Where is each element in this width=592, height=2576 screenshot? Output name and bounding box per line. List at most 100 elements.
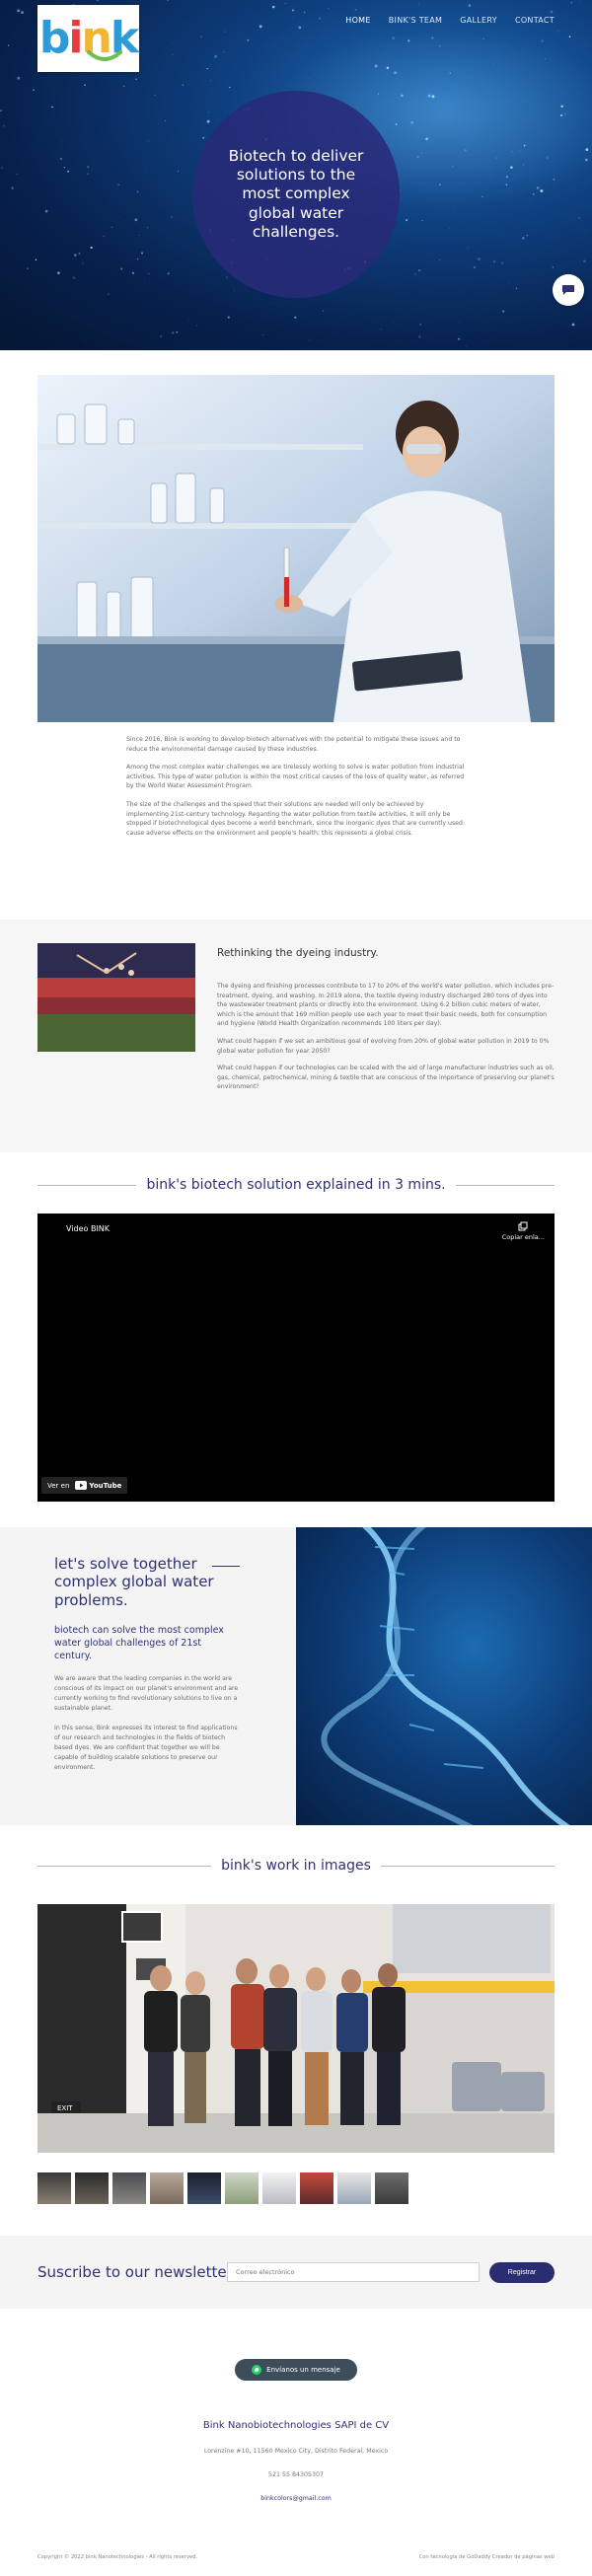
hero-circle: Biotech to deliver solutions to the most… [192, 91, 400, 298]
star-particle [63, 166, 66, 169]
star-particle [138, 235, 140, 236]
star-particle [419, 323, 421, 326]
star-particle [167, 272, 170, 275]
dyeing-section: Rethinking the dyeing industry. The dyei… [0, 920, 592, 1152]
gallery-thumbnail[interactable] [262, 2172, 296, 2204]
divider [37, 1865, 212, 1867]
star-particle [271, 302, 273, 304]
hero-section: bink HOME BINK'S TEAM GALLERY CONTACT Bi… [0, 0, 592, 350]
star-particle [309, 339, 311, 341]
star-particle [226, 277, 228, 279]
company-email[interactable]: binkcolors@gmail.com [0, 2495, 592, 2502]
star-particle [35, 258, 37, 261]
star-particle [170, 215, 173, 218]
intro-text: Since 2016, Bink is working to develop b… [126, 735, 467, 846]
bink-logo[interactable]: bink [37, 5, 139, 72]
gallery-thumbnails [37, 2172, 408, 2204]
star-particle [131, 271, 134, 274]
star-particle [328, 7, 330, 10]
register-button[interactable]: Registrar [489, 2262, 555, 2283]
video-section-heading: bink's biotech solution explained in 3 m… [37, 1177, 555, 1193]
star-particle [183, 215, 185, 216]
gallery-thumbnail[interactable] [225, 2172, 259, 2204]
star-particle [199, 36, 203, 38]
star-particle [87, 166, 90, 169]
star-particle [583, 259, 586, 263]
star-particle [284, 2, 286, 4]
star-particle [160, 335, 162, 337]
chat-icon [562, 285, 574, 295]
star-particle [466, 346, 467, 348]
star-particle [271, 5, 275, 9]
gallery-thumbnail[interactable] [75, 2172, 109, 2204]
star-particle [380, 329, 382, 330]
nav-home[interactable]: HOME [345, 16, 370, 25]
star-particle [209, 80, 211, 82]
star-particle [508, 282, 510, 283]
gallery-section-heading: bink's work in images [37, 1858, 555, 1874]
nav-team[interactable]: BINK'S TEAM [389, 16, 443, 25]
copy-icon [518, 1221, 528, 1231]
gallery-thumbnail[interactable] [300, 2172, 333, 2204]
watch-on-youtube[interactable]: Ver en YouTube [41, 1477, 128, 1494]
star-particle [59, 157, 63, 161]
star-particle [195, 325, 198, 327]
star-particle [224, 31, 226, 33]
gallery-thumbnail[interactable] [187, 2172, 221, 2204]
gallery-thumbnail[interactable] [112, 2172, 146, 2204]
gallery-thumbnail[interactable] [375, 2172, 408, 2204]
hero-headline: Biotech to deliver solutions to the most… [228, 146, 364, 242]
star-particle [454, 207, 455, 208]
star-particle [176, 331, 179, 333]
whatsapp-button[interactable]: Envíanos un mensaje [235, 2359, 357, 2381]
gallery-thumbnail[interactable] [37, 2172, 71, 2204]
star-particle [262, 333, 263, 335]
star-particle [501, 261, 503, 264]
star-particle [135, 78, 137, 80]
star-particle [120, 267, 123, 270]
star-particle [303, 11, 306, 14]
star-particle [146, 227, 148, 229]
star-particle [143, 281, 145, 283]
star-particle [177, 170, 180, 173]
team-photo[interactable]: EXIT [37, 1904, 555, 2153]
intro-paragraph: Since 2016, Bink is working to develop b… [126, 736, 461, 753]
star-particle [73, 254, 77, 257]
star-particle [568, 36, 571, 38]
star-particle [78, 253, 81, 255]
star-particle [585, 230, 587, 232]
star-particle [541, 39, 544, 42]
star-particle [122, 85, 125, 88]
builder-credit[interactable]: Con tecnología de GoDaddy Creador de pág… [419, 2554, 555, 2560]
title-dash [212, 1566, 240, 1567]
gallery-thumbnail[interactable] [150, 2172, 184, 2204]
company-phone[interactable]: 521 55 84305307 [0, 2471, 592, 2478]
star-particle [570, 2, 573, 4]
copy-link-button[interactable]: Copiar enla... [502, 1221, 545, 1241]
star-particle [164, 120, 166, 121]
star-particle [172, 54, 174, 55]
gallery-thumbnail[interactable] [337, 2172, 371, 2204]
star-particle [182, 23, 184, 24]
video-player[interactable]: Video BINK Copiar enla... Ver en YouTube [37, 1214, 555, 1502]
intro-paragraph: The size of the challenges and the speed… [126, 801, 463, 837]
star-particle [208, 111, 210, 113]
chat-button[interactable] [553, 274, 584, 306]
nav-contact[interactable]: CONTACT [515, 16, 555, 25]
email-field[interactable] [227, 2262, 480, 2282]
star-particle [44, 209, 48, 213]
star-particle [557, 31, 559, 33]
star-particle [319, 17, 322, 20]
star-particle [529, 198, 530, 200]
star-particle [3, 124, 6, 127]
company-address: Lorenzine #10, 11560 Mexico City, Distri… [203, 2448, 389, 2455]
nav-gallery[interactable]: GALLERY [460, 16, 497, 25]
divider [455, 1184, 555, 1186]
star-particle [493, 260, 496, 263]
dna-photo [296, 1527, 592, 1825]
dyeing-paragraph: What could happen if our technologies ca… [217, 1065, 555, 1091]
star-particle [41, 77, 43, 79]
whatsapp-icon [252, 2365, 262, 2375]
star-particle [400, 325, 402, 327]
star-particle [137, 258, 139, 260]
